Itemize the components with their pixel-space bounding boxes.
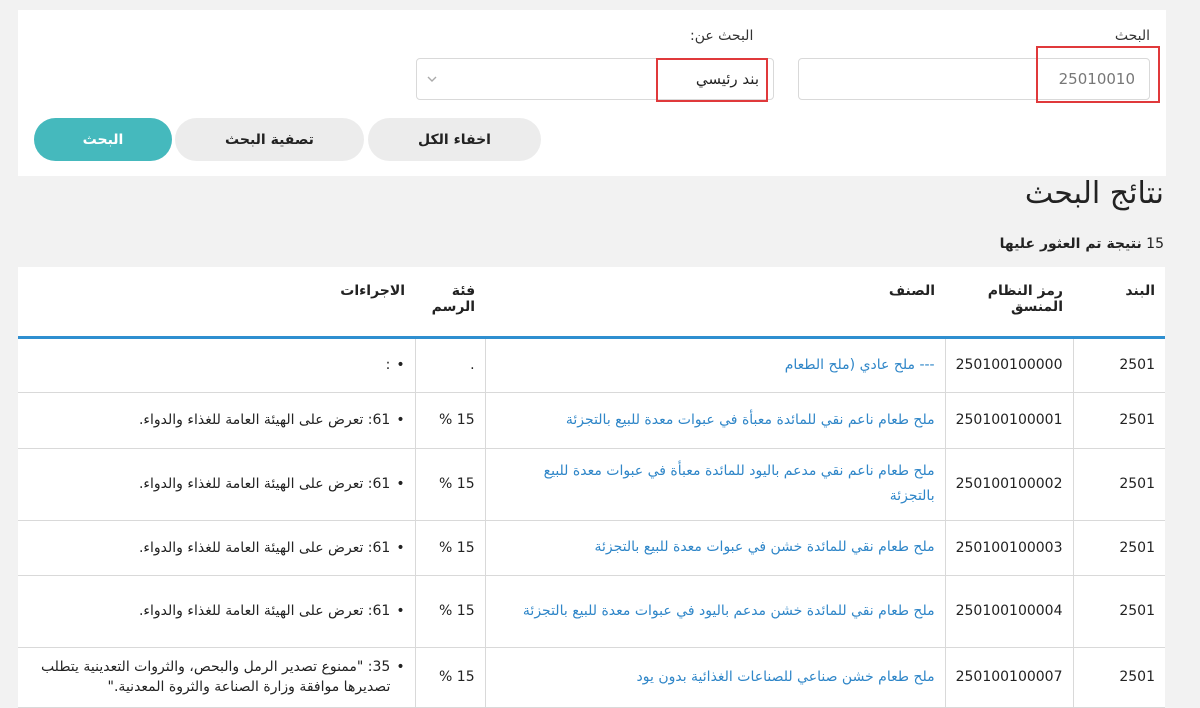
classification-link[interactable]: ملح طعام ناعم نقي للمائدة معبأة في عبوات… xyxy=(566,412,935,428)
header-procedures: الاجراءات xyxy=(18,267,416,339)
cell-classification: ملح طعام خشن صناعي للصناعات الغذائية بدو… xyxy=(484,647,946,708)
cell-item: 2501 xyxy=(1072,520,1165,576)
procedure-text: 61: تعرض على الهيئة العامة للغذاء والدوا… xyxy=(138,539,391,556)
header-classification: الصنف xyxy=(485,267,946,339)
cell-fee: 15 % xyxy=(414,448,486,521)
bullet-icon: • xyxy=(396,603,405,619)
cell-item: 2501 xyxy=(1072,392,1165,449)
cell-item: 2501 xyxy=(1072,647,1165,708)
cell-classification: ملح طعام ناعم نقي مدعم باليود للمائدة مع… xyxy=(484,448,946,521)
classification-link[interactable]: ملح طعام نقي للمائدة خشن في عبوات معدة ل… xyxy=(594,539,934,555)
cell-hs-code: 250100100007 xyxy=(944,647,1073,708)
cell-fee: 15 % xyxy=(414,392,486,449)
cell-item: 2501 xyxy=(1072,337,1165,393)
search-panel: البحث البحث عن: بند رئيسي اخفاء الكل تصف… xyxy=(18,10,1166,176)
bullet-icon: • xyxy=(396,539,405,556)
cell-procedure: • 61: تعرض على الهيئة العامة للغذاء والدو… xyxy=(18,448,416,521)
search-button[interactable]: البحث xyxy=(34,118,172,161)
hide-all-button[interactable]: اخفاء الكل xyxy=(368,118,541,161)
classification-link[interactable]: ملح طعام ناعم نقي مدعم باليود للمائدة مع… xyxy=(544,463,935,504)
cell-hs-code: 250100100003 xyxy=(944,520,1073,576)
cell-fee: . xyxy=(414,337,486,393)
bullet-icon: • xyxy=(396,659,405,675)
search-for-select[interactable]: بند رئيسي xyxy=(416,58,774,100)
procedure-text: 61: تعرض على الهيئة العامة للغذاء والدوا… xyxy=(138,412,391,428)
cell-procedure: • 61: تعرض على الهيئة العامة للغذاء والدو… xyxy=(18,520,416,576)
bullet-icon: • xyxy=(396,412,405,428)
chevron-down-icon xyxy=(427,76,437,82)
cell-fee: 15 % xyxy=(414,647,486,708)
cell-classification: --- ملح عادي (ملح الطعام xyxy=(484,337,946,393)
cell-hs-code: 250100100001 xyxy=(944,392,1073,449)
search-for-label: البحث عن: xyxy=(690,28,754,44)
bullet-icon: • xyxy=(396,476,405,492)
table-row: 2501 250100100004 ملح طعام نقي للمائدة خ… xyxy=(18,575,1165,648)
table-row: 2501 250100100002 ملح طعام ناعم نقي مدعم… xyxy=(18,448,1165,521)
header-fee: فئة الرسم xyxy=(415,267,486,339)
table-row: 2501 250100100003 ملح طعام نقي للمائدة خ… xyxy=(18,520,1165,576)
results-title: نتائج البحث xyxy=(1024,176,1164,211)
cell-hs-code: 250100100002 xyxy=(944,448,1073,521)
cell-fee: 15 % xyxy=(414,520,486,576)
cell-procedure: • 61: تعرض على الهيئة العامة للغذاء والدو… xyxy=(18,392,416,449)
filter-search-button[interactable]: تصفية البحث xyxy=(175,118,364,161)
cell-hs-code: 250100100004 xyxy=(944,575,1073,648)
cell-procedure: • 35: "ممنوع تصدير الرمل والبحص، والثروات… xyxy=(18,647,416,708)
table-header-row: البند رمز النظام المنسق الصنف فئة الرسم … xyxy=(18,267,1165,339)
search-label: البحث xyxy=(1114,28,1150,44)
header-hs-code: رمز النظام المنسق xyxy=(945,267,1073,339)
results-count: 15 نتيجة تم العثور عليها xyxy=(1000,236,1164,252)
cell-fee: 15 % xyxy=(414,575,486,648)
search-for-value: بند رئيسي xyxy=(695,70,759,88)
table-row: 2501 250100100000 --- ملح عادي (ملح الطع… xyxy=(18,337,1165,393)
procedure-text: 35: "ممنوع تصدير الرمل والبحص، والثروات … xyxy=(40,659,391,695)
cell-classification: ملح طعام نقي للمائدة خشن مدعم باليود في … xyxy=(484,575,946,648)
table-row: 2501 250100100001 ملح طعام ناعم نقي للما… xyxy=(18,392,1165,449)
table-row: 2501 250100100007 ملح طعام خشن صناعي للص… xyxy=(18,647,1165,708)
cell-procedure: • 61: تعرض على الهيئة العامة للغذاء والدو… xyxy=(18,575,416,648)
bullet-icon: • xyxy=(396,357,405,373)
search-input[interactable] xyxy=(798,58,1150,100)
results-count-number: 15 xyxy=(1146,236,1164,252)
cell-classification: ملح طعام ناعم نقي للمائدة معبأة في عبوات… xyxy=(484,392,946,449)
cell-procedure: •: xyxy=(18,337,416,393)
procedure-text: : xyxy=(385,357,391,373)
classification-link[interactable]: --- ملح عادي (ملح الطعام xyxy=(785,357,935,373)
cell-hs-code: 250100100000 xyxy=(944,337,1073,393)
procedure-text: 61: تعرض على الهيئة العامة للغذاء والدوا… xyxy=(138,603,391,619)
procedure-text: 61: تعرض على الهيئة العامة للغذاء والدوا… xyxy=(138,476,391,492)
cell-item: 2501 xyxy=(1072,575,1165,648)
results-count-text: نتيجة تم العثور عليها xyxy=(999,236,1142,252)
cell-item: 2501 xyxy=(1072,448,1165,521)
classification-link[interactable]: ملح طعام نقي للمائدة خشن مدعم باليود في … xyxy=(523,603,935,619)
cell-classification: ملح طعام نقي للمائدة خشن في عبوات معدة ل… xyxy=(484,520,946,576)
header-item: البند xyxy=(1073,267,1165,339)
results-table: البند رمز النظام المنسق الصنف فئة الرسم … xyxy=(18,267,1165,708)
classification-link[interactable]: ملح طعام خشن صناعي للصناعات الغذائية بدو… xyxy=(637,669,935,685)
